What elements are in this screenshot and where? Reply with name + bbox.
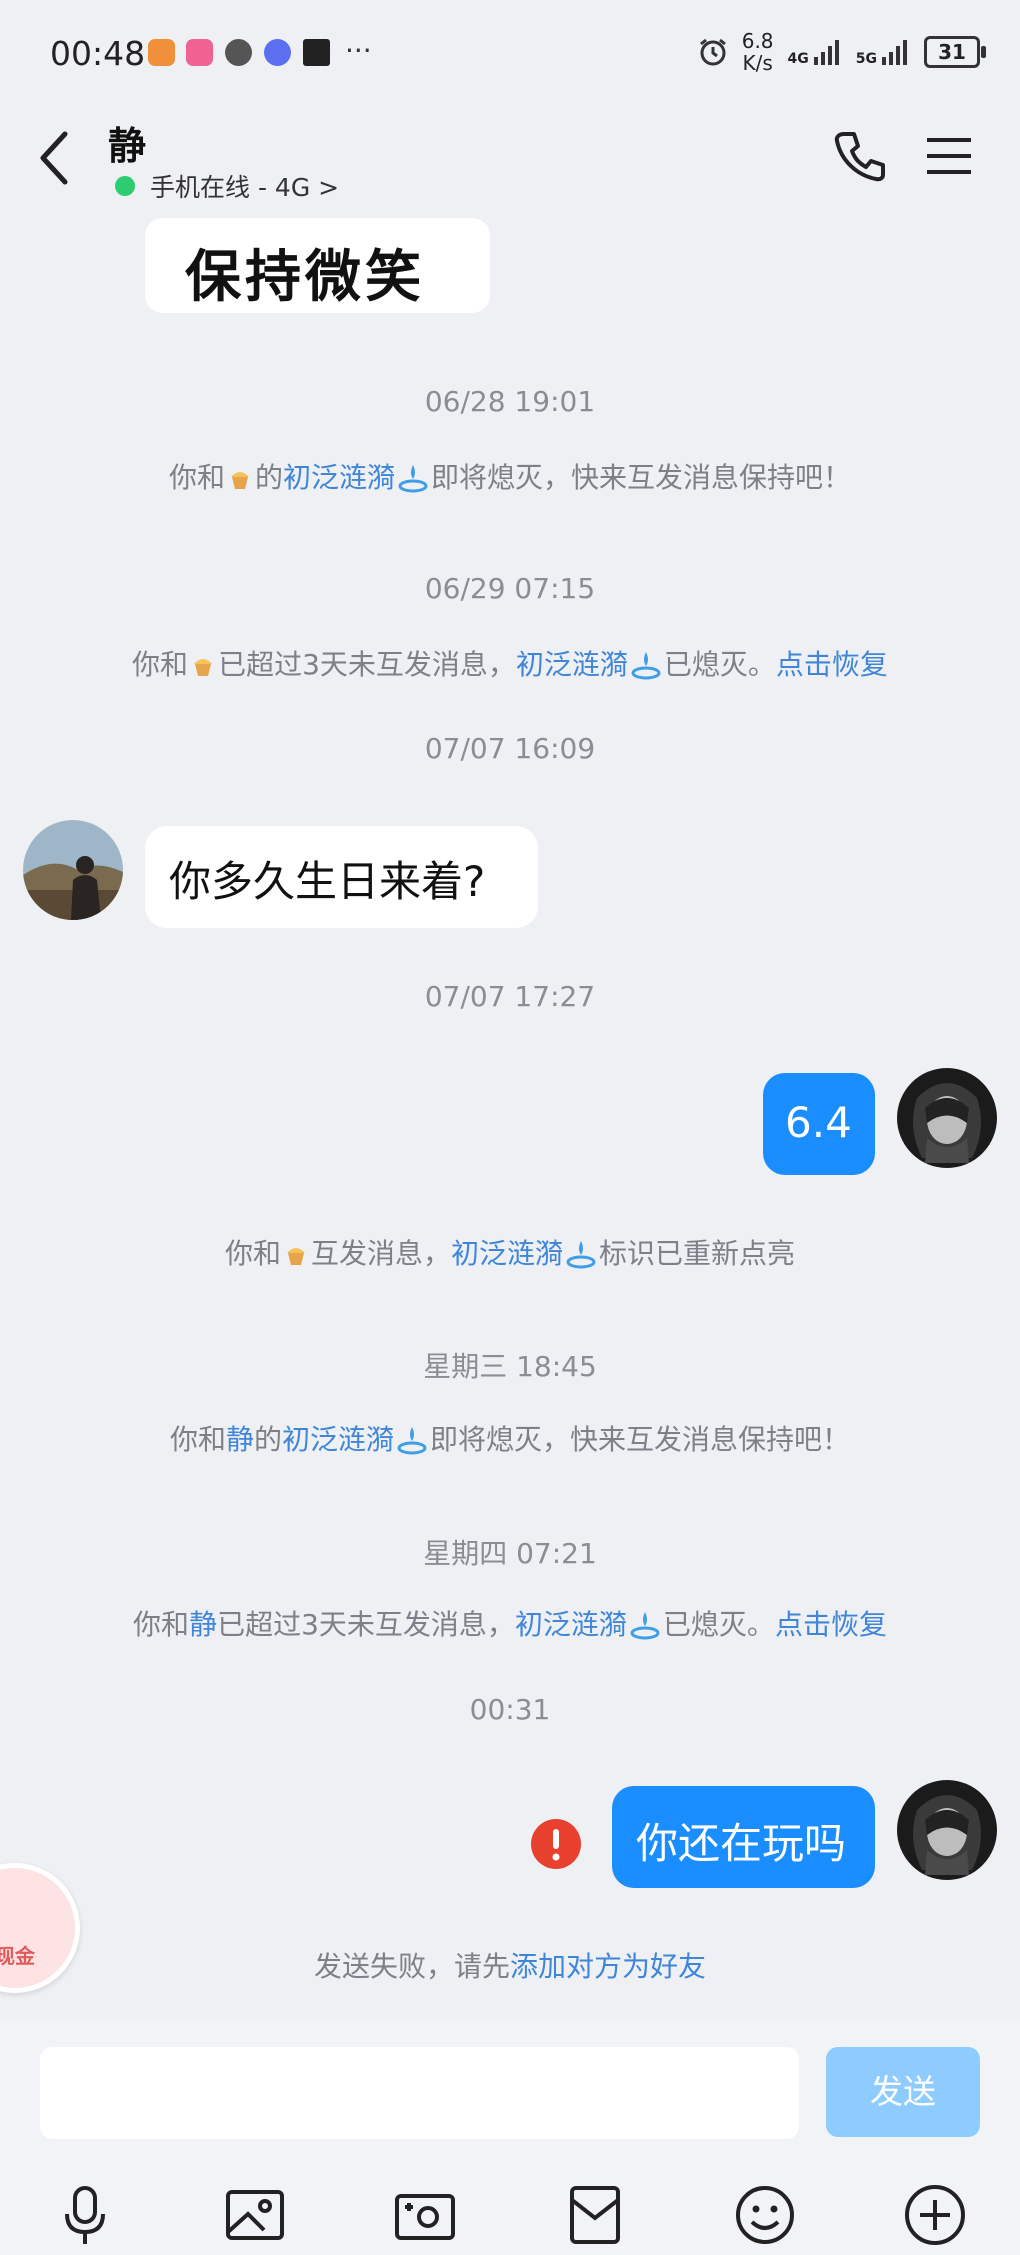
notice-text: 的 (254, 461, 283, 494)
timestamp: 07/07 16:09 (424, 732, 596, 765)
menu-icon[interactable] (927, 136, 971, 176)
contact-name[interactable]: 静 (108, 115, 146, 170)
app-icon-5 (303, 39, 330, 66)
ripple-icon (566, 1241, 596, 1269)
signal-bars-icon (813, 40, 839, 65)
ripple-icon (631, 652, 661, 680)
spark-warning-notice: 你和 的初泛涟漪 即将熄灭，快来互发消息保持吧！ (0, 456, 1020, 496)
notice-text: 即将熄灭，快来互发消息保持吧！ (431, 461, 852, 494)
spark-extinguished-notice: 你和静已超过3天未互发消息，初泛涟漪 已熄灭。点击恢复 (0, 1603, 1020, 1643)
signal-bars-icon (882, 40, 907, 65)
ripple-icon (630, 1612, 660, 1640)
spark-link[interactable]: 初泛涟漪 (282, 1423, 394, 1456)
restore-link[interactable]: 点击恢复 (776, 648, 888, 681)
notice-text: 你和 (133, 1608, 190, 1641)
add-friend-link[interactable]: 添加对方为好友 (510, 1950, 706, 1983)
plus-icon[interactable] (900, 2180, 970, 2250)
status-right-group: 6.8 K/s 4G 5G 31 (698, 30, 986, 74)
outgoing-message-bubble[interactable]: 你还在玩吗 (612, 1786, 875, 1888)
image-icon[interactable] (220, 2180, 290, 2250)
timestamp: 06/29 07:15 (424, 572, 596, 605)
signal-4g: 4G (788, 37, 842, 67)
music-app-icon (264, 39, 291, 66)
contact-name-link[interactable]: 静 (189, 1608, 217, 1641)
microphone-icon[interactable] (50, 2180, 120, 2250)
net-speed-unit: K/s (742, 51, 773, 75)
spark-warning-notice: 你和静的初泛涟漪 即将熄灭，快来互发消息保持吧！ (0, 1418, 1020, 1458)
cupcake-icon (286, 1248, 305, 1265)
timestamp: 07/07 17:27 (424, 980, 596, 1013)
notice-text: 发送失败，请先 (313, 1950, 510, 1983)
notice-text: 你和 (168, 461, 225, 494)
timestamp: 星期三 18:45 (423, 1350, 597, 1383)
spark-link[interactable]: 初泛涟漪 (516, 648, 628, 681)
ripple-icon (397, 1427, 427, 1455)
camera-icon[interactable] (390, 2180, 460, 2250)
app-icon-2 (186, 39, 213, 66)
send-button[interactable]: 发送 (826, 2047, 980, 2137)
notice-text: 你和 (224, 1237, 281, 1270)
sticker-message[interactable]: 保持微笑 (145, 218, 490, 313)
my-avatar[interactable] (897, 1068, 997, 1168)
notice-text: 已熄灭。 (663, 648, 776, 681)
message-text: 6.4 (785, 1098, 852, 1147)
online-status-text[interactable]: 手机在线 - 4G > (150, 168, 339, 204)
message-text: 你多久生日来着? (169, 857, 486, 906)
spark-extinguished-notice: 你和 已超过3天未互发消息，初泛涟漪 已熄灭。点击恢复 (0, 643, 1020, 683)
send-failed-notice: 发送失败，请先添加对方为好友 (0, 1945, 1020, 1985)
signal-5g-label: 5G (855, 51, 877, 67)
spark-link[interactable]: 初泛涟漪 (515, 1608, 627, 1641)
incoming-message-bubble[interactable]: 你多久生日来着? (145, 826, 538, 928)
ripple-icon (398, 465, 428, 493)
phone-call-icon[interactable] (832, 128, 888, 184)
cupcake-icon (230, 472, 249, 489)
my-avatar[interactable] (897, 1780, 997, 1880)
notice-text: 你和 (169, 1423, 226, 1456)
notice-text: 已熄灭。 (662, 1608, 775, 1641)
red-packet-icon[interactable] (560, 2180, 630, 2250)
net-speed: 6.8 K/s (742, 30, 774, 74)
send-failed-icon[interactable] (530, 1818, 582, 1870)
outgoing-message-bubble[interactable]: 6.4 (763, 1073, 875, 1175)
notice-text: 标识已重新点亮 (599, 1237, 796, 1270)
notice-text: 互发消息， (310, 1237, 451, 1270)
timestamp: 06/28 19:01 (424, 385, 596, 418)
more-notifications-icon: ··· (345, 34, 372, 67)
spark-relit-notice: 你和 互发消息，初泛涟漪 标识已重新点亮 (0, 1232, 1020, 1272)
net-speed-value: 6.8 (741, 29, 774, 53)
notice-text: 的 (253, 1423, 282, 1456)
contact-name-link[interactable]: 静 (226, 1423, 254, 1456)
emoji-icon[interactable] (730, 2180, 800, 2250)
timestamp: 00:31 (469, 1693, 551, 1726)
back-icon[interactable] (35, 128, 75, 188)
online-status-dot (115, 176, 135, 196)
notice-text: 已超过3天未互发消息， (217, 1608, 515, 1641)
spark-link[interactable]: 初泛涟漪 (451, 1237, 563, 1270)
notice-text: 即将熄灭，快来互发消息保持吧！ (430, 1423, 851, 1456)
sticker-text: 保持微笑 (185, 245, 425, 310)
app-icon-3 (225, 39, 252, 66)
contact-avatar[interactable] (23, 820, 123, 920)
app-icon-1 (148, 39, 175, 66)
notice-text: 已超过3天未互发消息， (218, 648, 516, 681)
message-input[interactable] (40, 2047, 799, 2139)
spark-link[interactable]: 初泛涟漪 (283, 461, 395, 494)
alarm-icon (699, 38, 726, 66)
battery-indicator: 31 (924, 36, 986, 68)
timestamp: 星期四 07:21 (423, 1537, 597, 1570)
status-time: 00:48 (50, 34, 146, 73)
notice-text: 你和 (132, 648, 189, 681)
restore-link[interactable]: 点击恢复 (775, 1608, 887, 1641)
signal-4g-label: 4G (787, 51, 809, 67)
message-text: 你还在玩吗 (636, 1819, 847, 1868)
signal-5g: 5G (856, 37, 910, 67)
cupcake-icon (194, 659, 213, 676)
